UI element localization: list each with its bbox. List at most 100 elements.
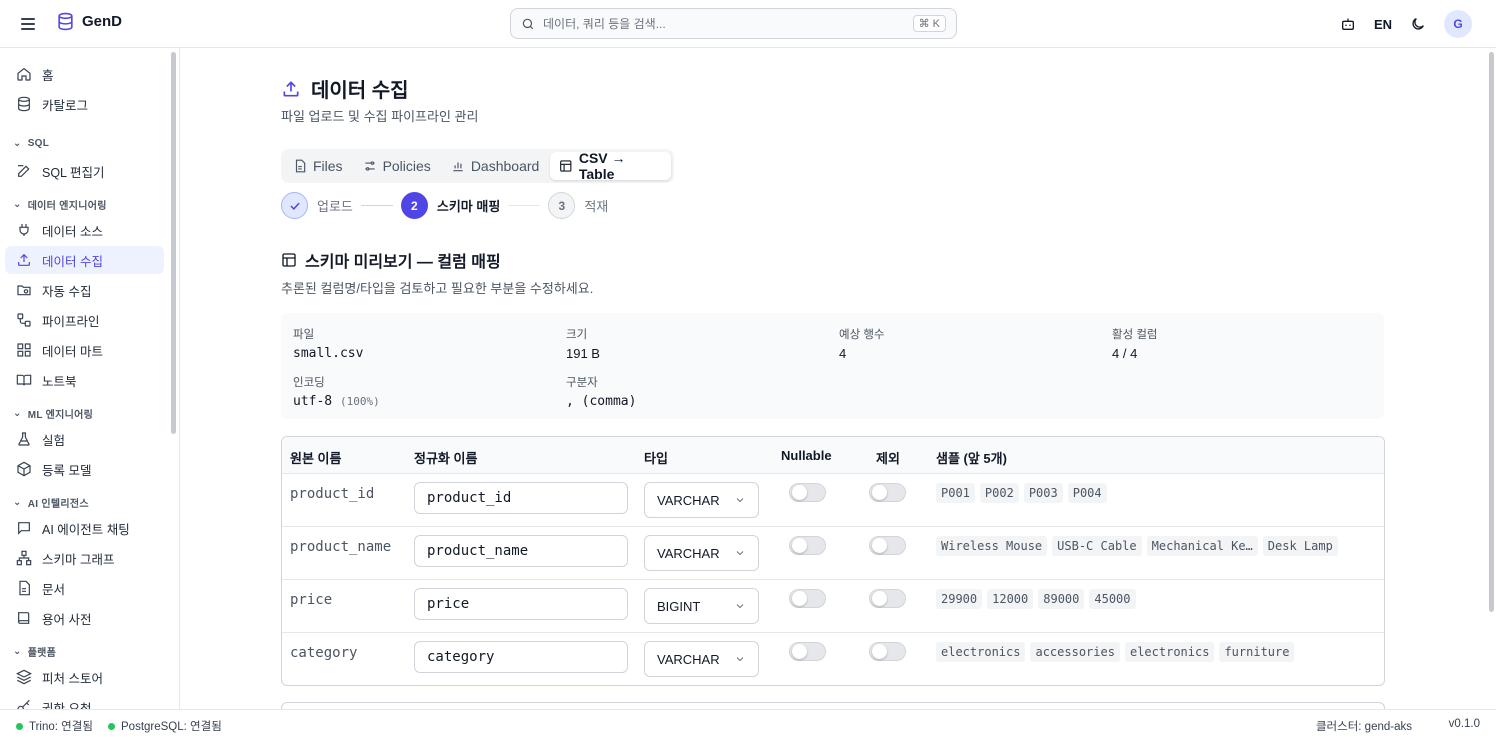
section-ml-engineering[interactable]: ⌄ ML 엔지니어링 — [13, 406, 93, 421]
sidebar-item-catalog[interactable]: 카탈로그 — [5, 90, 164, 118]
nullable-toggle[interactable] — [789, 642, 826, 661]
sample-chip: 29900 — [936, 589, 983, 609]
workflow-icon — [17, 313, 31, 327]
bar-chart-icon — [453, 162, 463, 172]
tab-csv-to-table[interactable]: CSV → Table — [550, 150, 671, 182]
tab-files[interactable]: Files — [284, 152, 352, 180]
step-upload-done — [281, 192, 308, 219]
normalized-name-input[interactable] — [414, 535, 628, 567]
language-toggle[interactable]: EN — [1374, 17, 1392, 32]
sidebar-item-data-source[interactable]: 데이터 소스 — [5, 216, 164, 244]
menu-icon[interactable] — [20, 16, 36, 32]
layers-icon — [16, 669, 32, 685]
table-icon — [282, 253, 296, 267]
sidebar-item-label: 스키마 그래프 — [42, 552, 115, 567]
table-row: category VARCHAR electronics accessories… — [282, 633, 1384, 685]
sidebar-item-ai-agent-chat[interactable]: AI 에이전트 채팅 — [5, 514, 164, 542]
sidebar-item-label: 피처 스토어 — [42, 671, 103, 686]
sidebar-scrollbar[interactable] — [171, 52, 176, 434]
step-schema-active: 2 — [400, 192, 428, 219]
sidebar-item-label: 홈 — [42, 68, 54, 83]
sample-chip: furniture — [1219, 642, 1295, 662]
sidebar-item-label: AI 에이전트 채팅 — [42, 522, 130, 537]
sidebar-item-label: 데이터 마트 — [42, 344, 103, 359]
sample-chip: electronics — [936, 642, 1026, 662]
sidebar-item-data-ingestion[interactable]: 데이터 수집 — [5, 246, 164, 274]
flask-icon — [18, 432, 30, 446]
section-sql[interactable]: ⌄ SQL — [13, 138, 49, 149]
type-select[interactable]: VARCHAR — [644, 482, 759, 518]
sidebar-item-sql-editor[interactable]: SQL 편집기 — [5, 157, 164, 185]
info-active-columns: 활성 컬럼 4 / 4 — [1112, 329, 1158, 361]
sidebar-item-label: 문서 — [42, 582, 66, 597]
type-select[interactable]: VARCHAR — [644, 641, 759, 677]
type-select[interactable]: BIGINT — [644, 588, 759, 624]
sidebar-item-experiment[interactable]: 실험 — [5, 425, 164, 453]
sidebar-item-pipeline[interactable]: 파이프라인 — [5, 306, 164, 334]
tab-dashboard[interactable]: Dashboard — [442, 152, 549, 180]
chevron-down-icon: ⌄ — [13, 646, 22, 657]
exclude-toggle[interactable] — [869, 589, 906, 608]
sidebar-item-label: 용어 사전 — [42, 612, 92, 627]
step-connector — [360, 205, 393, 206]
section-platform[interactable]: ⌄ 플랫폼 — [13, 644, 56, 659]
original-name: price — [290, 592, 333, 608]
sidebar-item-data-mart[interactable]: 데이터 마트 — [5, 336, 164, 364]
chevron-down-icon: ⌄ — [13, 199, 22, 210]
search-input[interactable] — [543, 16, 913, 31]
sample-values: electronics accessories electronics furn… — [936, 642, 1295, 662]
app-logo[interactable]: GenD — [56, 12, 122, 31]
book-icon — [16, 374, 32, 386]
key-icon — [17, 699, 30, 709]
nullable-toggle[interactable] — [789, 483, 826, 502]
sidebar-item-feature-store[interactable]: 피처 스토어 — [5, 663, 164, 691]
table-header: 원본 이름 정규화 이름 타입 Nullable 제외 샘플 (앞 5개) — [282, 437, 1384, 474]
header-exclude: 제외 — [876, 451, 900, 466]
sidebar-item-notebook[interactable]: 노트북 — [5, 366, 164, 394]
sample-chip: Wireless Mouse — [936, 536, 1048, 556]
exclude-toggle[interactable] — [869, 483, 906, 502]
network-icon — [16, 550, 32, 566]
normalized-name-input[interactable] — [414, 482, 628, 514]
table-row: price BIGINT 29900 12000 89000 45000 — [282, 580, 1384, 633]
sidebar-item-registered-model[interactable]: 등록 모델 — [5, 455, 164, 483]
chevron-down-icon — [736, 604, 744, 609]
avatar[interactable]: G — [1444, 10, 1472, 38]
next-panel — [281, 702, 1385, 709]
normalized-name-input[interactable] — [414, 588, 628, 620]
sample-chip: Desk Lamp — [1262, 536, 1338, 556]
moon-icon[interactable] — [1410, 16, 1426, 32]
type-select[interactable]: VARCHAR — [644, 535, 759, 571]
exclude-toggle[interactable] — [869, 642, 906, 661]
nullable-toggle[interactable] — [789, 589, 826, 608]
nullable-toggle[interactable] — [789, 536, 826, 555]
exclude-toggle[interactable] — [869, 536, 906, 555]
status-dot-icon — [108, 722, 115, 730]
sidebar-item-home[interactable]: 홈 — [5, 60, 164, 88]
main-content: 데이터 수집 파일 업로드 및 수집 파이프라인 관리 Files Polici… — [181, 48, 1496, 709]
bot-icon[interactable] — [1340, 16, 1356, 32]
global-search[interactable]: ⌘ K — [510, 8, 957, 39]
search-shortcut: ⌘ K — [912, 15, 946, 32]
info-rows: 예상 행수 4 — [839, 329, 885, 361]
tab-policies[interactable]: Policies — [354, 152, 440, 180]
chevron-down-icon: ⌄ — [13, 138, 22, 149]
normalized-name-input[interactable] — [414, 641, 628, 673]
section-data-engineering[interactable]: ⌄ 데이터 엔지니어링 — [13, 197, 107, 212]
top-bar: GenD ⌘ K EN G — [0, 0, 1496, 48]
sidebar-item-schema-graph[interactable]: 스키마 그래프 — [5, 544, 164, 572]
header-normalized-name: 정규화 이름 — [414, 451, 478, 466]
sample-values: Wireless Mouse USB-C Cable Mechanical Ke… — [936, 536, 1338, 556]
status-cluster: 클러스터: gend-aks — [1315, 721, 1412, 733]
sidebar-item-document[interactable]: 문서 — [5, 574, 164, 602]
main-scrollbar[interactable] — [1489, 52, 1494, 612]
sidebar-item-auto-ingestion[interactable]: 자동 수집 — [5, 276, 164, 304]
sliders-icon — [364, 161, 375, 171]
sidebar-item-permission-request[interactable]: 권한 요청 — [5, 693, 164, 709]
sample-chip: P004 — [1067, 483, 1107, 503]
section-ai-intelligence[interactable]: ⌄ AI 인텔리전스 — [13, 495, 89, 510]
sidebar-item-glossary[interactable]: 용어 사전 — [5, 604, 164, 632]
search-icon — [522, 18, 534, 29]
tab-bar: Files Policies Dashboard CSV → Table — [281, 149, 674, 183]
section-subtitle: 추론된 컬럼명/타입을 검토하고 필요한 부분을 수정하세요. — [281, 281, 594, 296]
